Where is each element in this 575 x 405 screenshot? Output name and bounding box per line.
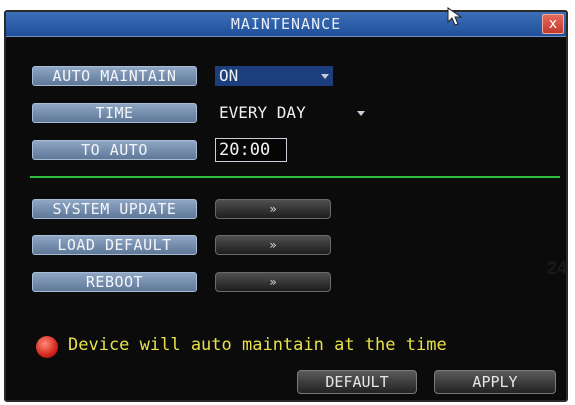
dialog-title: MAINTENANCE <box>230 15 342 33</box>
auto-time-input[interactable]: 20:00 <box>215 138 287 162</box>
reboot-button[interactable]: » <box>215 272 331 292</box>
time-value: EVERY DAY <box>219 103 306 122</box>
system-update-label: SYSTEM UPDATE <box>32 199 197 219</box>
auto-maintain-select[interactable]: ON <box>215 66 333 86</box>
system-update-button[interactable]: » <box>215 199 331 219</box>
status-message: Device will auto maintain at the time <box>68 335 447 355</box>
time-label: TIME <box>32 103 197 123</box>
auto-maintain-value: ON <box>219 66 239 85</box>
to-auto-label: TO AUTO <box>32 140 197 160</box>
section-divider <box>30 176 560 178</box>
dropdown-arrow-icon <box>357 111 365 116</box>
default-button[interactable]: DEFAULT <box>297 370 417 394</box>
apply-button[interactable]: APPLY <box>434 370 556 394</box>
status-indicator-icon <box>36 336 58 358</box>
dropdown-arrow-icon <box>321 74 329 79</box>
auto-maintain-label: AUTO MAINTAIN <box>32 66 197 86</box>
close-icon: x <box>548 16 558 32</box>
title-bar: MAINTENANCE x <box>6 7 566 37</box>
mouse-cursor-icon <box>447 7 463 26</box>
time-select[interactable]: EVERY DAY <box>215 103 369 123</box>
close-button[interactable]: x <box>542 14 564 34</box>
load-default-button[interactable]: » <box>215 235 331 255</box>
maintenance-dialog: MAINTENANCE x AUTO MAINTAIN ON TIME EVER… <box>4 7 568 402</box>
reboot-label: REBOOT <box>32 272 197 292</box>
load-default-label: LOAD DEFAULT <box>32 235 197 255</box>
page-number: 24 <box>547 258 568 278</box>
